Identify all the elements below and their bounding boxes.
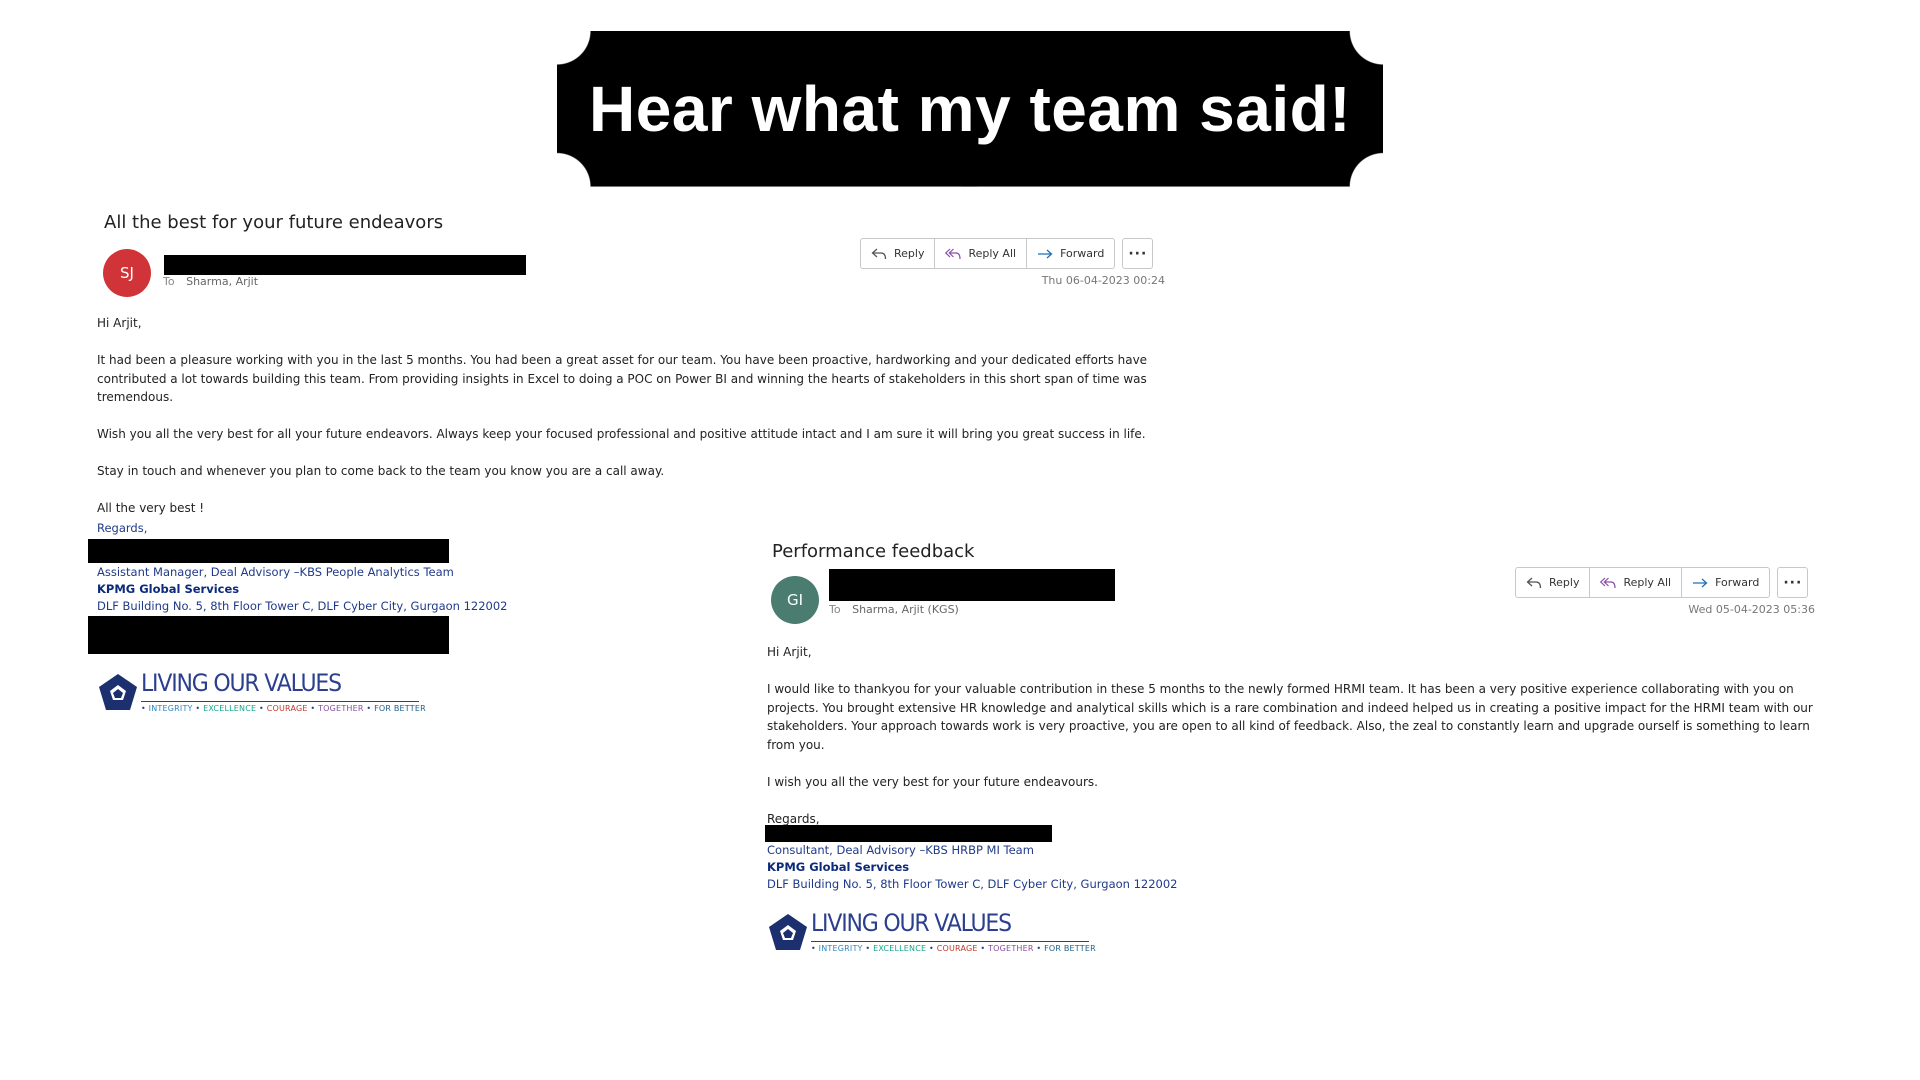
reply-all-button[interactable]: Reply All bbox=[1590, 568, 1683, 597]
reply-arrow-icon bbox=[871, 248, 887, 259]
redacted-contact-info bbox=[88, 616, 449, 654]
value-label: EXCELLENCE bbox=[203, 704, 257, 713]
avatar-initials: SJ bbox=[120, 264, 134, 282]
body-paragraph: All the very best ! bbox=[97, 501, 205, 515]
recipient-line: To Sharma, Arjit bbox=[163, 275, 258, 288]
reply-all-label: Reply All bbox=[1623, 576, 1672, 589]
message-actions: Reply Reply All Forward ··· bbox=[1515, 567, 1809, 598]
value-label: TOGETHER bbox=[988, 944, 1034, 953]
logo-values: • INTEGRITY • EXCELLENCE • COURAGE • TOG… bbox=[811, 944, 1096, 953]
action-button-group: Reply Reply All Forward bbox=[860, 238, 1116, 269]
avatar-initials: GI bbox=[786, 591, 804, 609]
reply-all-arrow-icon bbox=[945, 248, 962, 259]
greeting: Hi Arjit, bbox=[97, 316, 142, 330]
more-actions-button[interactable]: ··· bbox=[1777, 567, 1809, 598]
value-label: EXCELLENCE bbox=[873, 944, 927, 953]
value-label: INTEGRITY bbox=[148, 704, 193, 713]
action-button-group: Reply Reply All Forward bbox=[1515, 567, 1771, 598]
signature-company: KPMG Global Services bbox=[767, 860, 910, 874]
recipient-name: Sharma, Arjit (KGS) bbox=[852, 603, 959, 616]
more-actions-icon: ··· bbox=[1128, 245, 1148, 262]
message-date: Thu 06-04-2023 00:24 bbox=[1041, 274, 1165, 287]
reply-button[interactable]: Reply bbox=[1516, 568, 1591, 597]
value-label: FOR BETTER bbox=[374, 704, 426, 713]
value-label: FOR BETTER bbox=[1044, 944, 1096, 953]
value-label: COURAGE bbox=[266, 704, 308, 713]
forward-button[interactable]: Forward bbox=[1027, 239, 1114, 268]
signature-address: DLF Building No. 5, 8th Floor Tower C, D… bbox=[97, 599, 508, 613]
body-paragraph: I wish you all the very best for your fu… bbox=[767, 774, 1098, 789]
value-label: TOGETHER bbox=[318, 704, 364, 713]
greeting: Hi Arjit, bbox=[767, 645, 812, 659]
pentagon-logo-icon bbox=[769, 914, 807, 950]
body-paragraph: It had been a pleasure working with you … bbox=[97, 353, 1148, 404]
values-logo: LIVING OUR VALUES • INTEGRITY • EXCELLEN… bbox=[97, 670, 427, 716]
regards: Regards, bbox=[97, 521, 148, 535]
email-subject: Performance feedback bbox=[772, 541, 975, 562]
reply-label: Reply bbox=[894, 247, 925, 260]
signature-role: Consultant, Deal Advisory –KBS HRBP MI T… bbox=[767, 843, 1034, 857]
reply-all-label: Reply All bbox=[968, 247, 1017, 260]
signature-block: Assistant Manager, Deal Advisory –KBS Pe… bbox=[97, 564, 508, 615]
signature-block: Consultant, Deal Advisory –KBS HRBP MI T… bbox=[767, 842, 1178, 893]
banner-title: Hear what my team said! bbox=[589, 73, 1351, 145]
avatar[interactable]: SJ bbox=[103, 249, 151, 297]
reply-label: Reply bbox=[1549, 576, 1580, 589]
more-actions-icon: ··· bbox=[1783, 574, 1803, 591]
reply-button[interactable]: Reply bbox=[861, 239, 936, 268]
pentagon-logo-icon bbox=[99, 674, 137, 710]
reply-all-button[interactable]: Reply All bbox=[935, 239, 1028, 268]
email-body: Hi Arjit, It had been a pleasure working… bbox=[97, 314, 1172, 536]
forward-arrow-icon bbox=[1038, 249, 1053, 258]
redacted-signature-name bbox=[765, 825, 1052, 842]
avatar[interactable]: GI bbox=[771, 576, 819, 624]
forward-label: Forward bbox=[1715, 576, 1760, 589]
signature-role: Assistant Manager, Deal Advisory –KBS Pe… bbox=[97, 565, 454, 579]
banner: Hear what my team said! bbox=[557, 31, 1383, 187]
body-paragraph: I would like to thankyou for your valuab… bbox=[767, 682, 1813, 752]
logo-title: LIVING OUR VALUES bbox=[141, 670, 342, 698]
signature-address: DLF Building No. 5, 8th Floor Tower C, D… bbox=[767, 877, 1178, 891]
redacted-sender-name bbox=[164, 255, 526, 275]
to-label: To bbox=[829, 603, 841, 616]
email-body: Hi Arjit, I would like to thankyou for y… bbox=[767, 643, 1817, 847]
logo-rule bbox=[141, 701, 419, 702]
body-paragraph: Stay in touch and whenever you plan to c… bbox=[97, 464, 665, 478]
recipient-name: Sharma, Arjit bbox=[186, 275, 259, 288]
redacted-signature-name bbox=[88, 539, 449, 563]
forward-arrow-icon bbox=[1693, 578, 1708, 587]
recipient-line: To Sharma, Arjit (KGS) bbox=[829, 603, 959, 616]
forward-button[interactable]: Forward bbox=[1682, 568, 1769, 597]
message-actions: Reply Reply All Forward ··· bbox=[860, 238, 1154, 269]
value-label: COURAGE bbox=[936, 944, 978, 953]
reply-all-arrow-icon bbox=[1600, 577, 1617, 588]
logo-rule bbox=[811, 941, 1089, 942]
logo-values: • INTEGRITY • EXCELLENCE • COURAGE • TOG… bbox=[141, 704, 426, 713]
forward-label: Forward bbox=[1060, 247, 1105, 260]
signature-company: KPMG Global Services bbox=[97, 582, 240, 596]
value-label: INTEGRITY bbox=[818, 944, 863, 953]
email-subject: All the best for your future endeavors bbox=[104, 212, 444, 233]
to-label: To bbox=[163, 275, 175, 288]
values-logo: LIVING OUR VALUES • INTEGRITY • EXCELLEN… bbox=[767, 910, 1097, 956]
message-date: Wed 05-04-2023 05:36 bbox=[1688, 603, 1815, 616]
body-paragraph: Wish you all the very best for all your … bbox=[97, 427, 1146, 441]
redacted-sender-name bbox=[829, 569, 1115, 601]
more-actions-button[interactable]: ··· bbox=[1122, 238, 1154, 269]
reply-arrow-icon bbox=[1526, 577, 1542, 588]
logo-title: LIVING OUR VALUES bbox=[811, 910, 1012, 938]
